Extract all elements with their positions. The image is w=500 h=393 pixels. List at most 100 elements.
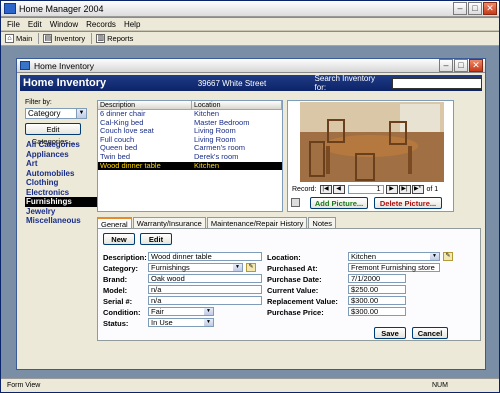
toolbar-reports-button[interactable]: ▥ Reports bbox=[96, 34, 133, 43]
list-item-selected[interactable]: Wood dinner table Kitchen bbox=[98, 160, 282, 171]
current-value-label: Current Value: bbox=[267, 286, 319, 295]
purchase-price-label: Purchase Price: bbox=[267, 308, 324, 317]
column-header-location[interactable]: Location bbox=[192, 101, 282, 109]
chevron-down-icon[interactable]: ▼ bbox=[233, 264, 242, 271]
category-label: Category: bbox=[103, 264, 139, 273]
first-record-icon[interactable]: |◀ bbox=[319, 185, 332, 194]
purchase-date-field[interactable]: 7/1/2000 bbox=[348, 274, 406, 283]
add-picture-button[interactable]: Add Picture... bbox=[310, 197, 368, 209]
purchased-at-field[interactable]: Fremont Furnishing store bbox=[348, 263, 440, 272]
tab-notes[interactable]: Notes bbox=[308, 217, 336, 228]
column-header-description[interactable]: Description bbox=[98, 101, 192, 109]
delete-picture-button[interactable]: Delete Picture... bbox=[374, 197, 442, 209]
description-field[interactable]: Wood dinner table bbox=[148, 252, 262, 261]
toolbar-separator bbox=[91, 33, 93, 44]
minimize-button[interactable]: – bbox=[439, 59, 453, 72]
toolbar-inventory-button[interactable]: ▤ Inventory bbox=[43, 34, 85, 43]
toolbar: ⌂ Main ▤ Inventory ▥ Reports bbox=[1, 32, 499, 46]
filter-select[interactable]: Category ▼ bbox=[25, 108, 87, 119]
category-item[interactable]: Electronics bbox=[25, 188, 99, 198]
prev-record-icon[interactable]: ◀ bbox=[332, 185, 345, 194]
app-title: Home Manager 2004 bbox=[19, 3, 104, 14]
description-label: Description: bbox=[103, 253, 147, 262]
page-title: Home Inventory bbox=[23, 77, 107, 89]
serial-field[interactable]: n/a bbox=[148, 296, 262, 305]
tab-maintenance[interactable]: Maintenance/Repair History bbox=[206, 217, 308, 228]
serial-label: Serial #: bbox=[103, 297, 133, 306]
toolbar-main-label: Main bbox=[16, 34, 33, 43]
menu-help[interactable]: Help bbox=[124, 20, 140, 29]
address-label: 39667 White Street bbox=[197, 78, 267, 88]
menu-window[interactable]: Window bbox=[50, 20, 78, 29]
inventory-icon: ▤ bbox=[43, 34, 53, 43]
toolbar-main-button[interactable]: ⌂ Main bbox=[5, 34, 32, 43]
category-item[interactable]: All Categories bbox=[25, 140, 99, 150]
form-icon bbox=[20, 61, 30, 70]
location-select[interactable]: Kitchen ▼ bbox=[348, 252, 440, 261]
item-location: Kitchen bbox=[194, 160, 220, 170]
minimize-button[interactable]: – bbox=[453, 2, 467, 15]
next-record-icon[interactable]: ▶ bbox=[385, 185, 398, 194]
cancel-button[interactable]: Cancel bbox=[412, 327, 448, 339]
category-item[interactable]: Miscellaneous bbox=[25, 216, 99, 226]
location-select-value: Kitchen bbox=[351, 252, 377, 261]
maximize-button[interactable]: □ bbox=[454, 59, 468, 72]
record-label: Record: bbox=[292, 186, 317, 193]
chevron-down-icon[interactable]: ▼ bbox=[204, 308, 213, 315]
new-button[interactable]: New bbox=[103, 233, 135, 245]
model-field[interactable]: n/a bbox=[148, 285, 262, 294]
menu-edit[interactable]: Edit bbox=[28, 20, 42, 29]
menubar: File Edit Window Records Help bbox=[1, 18, 499, 31]
condition-label: Condition: bbox=[103, 308, 141, 317]
filter-select-value: Category bbox=[28, 109, 61, 118]
category-select[interactable]: Furnishings ▼ bbox=[148, 263, 243, 272]
category-list: All Categories Appliances Art Automobile… bbox=[25, 140, 105, 226]
status-mode: Form View bbox=[7, 382, 41, 389]
category-item[interactable]: Jewelry bbox=[25, 207, 99, 217]
chevron-down-icon[interactable]: ▼ bbox=[204, 319, 213, 326]
menu-file[interactable]: File bbox=[7, 20, 20, 29]
category-item[interactable]: Art bbox=[25, 159, 99, 169]
category-item-selected[interactable]: Furnishings bbox=[25, 197, 99, 207]
last-record-icon[interactable]: ▶| bbox=[398, 185, 411, 194]
edit-categories-button[interactable]: Edit Categories... bbox=[25, 123, 81, 146]
status-select-value: In Use bbox=[151, 318, 173, 327]
edit-list-icon[interactable]: ✎ bbox=[443, 252, 453, 261]
brand-field[interactable]: Oak wood bbox=[148, 274, 262, 283]
reports-icon: ▥ bbox=[96, 34, 106, 43]
status-select[interactable]: In Use ▼ bbox=[148, 318, 214, 327]
status-num: NUM bbox=[432, 382, 448, 389]
record-count: of 1 bbox=[426, 186, 439, 193]
edit-button[interactable]: Edit bbox=[140, 233, 172, 245]
purchase-date-label: Purchase Date: bbox=[267, 275, 322, 284]
camera-icon[interactable] bbox=[291, 198, 300, 207]
model-label: Model: bbox=[103, 286, 128, 295]
chevron-down-icon[interactable]: ▼ bbox=[76, 109, 86, 118]
close-button[interactable]: ✕ bbox=[469, 59, 483, 72]
edit-list-icon[interactable]: ✎ bbox=[246, 263, 256, 272]
close-button[interactable]: ✕ bbox=[483, 2, 497, 15]
record-number-input[interactable]: 1 bbox=[347, 185, 384, 194]
search-input[interactable] bbox=[392, 77, 482, 89]
current-value-field[interactable]: $250.00 bbox=[348, 285, 406, 294]
app-titlebar[interactable]: Home Manager 2004 – □ ✕ bbox=[1, 1, 499, 17]
toolbar-reports-label: Reports bbox=[107, 34, 134, 43]
toolbar-inventory-label: Inventory bbox=[54, 34, 86, 43]
inventory-titlebar[interactable]: Home Inventory – □ ✕ bbox=[17, 59, 485, 73]
maximize-button[interactable]: □ bbox=[468, 2, 482, 15]
replacement-value-field[interactable]: $300.00 bbox=[348, 296, 406, 305]
save-button[interactable]: Save bbox=[374, 327, 406, 339]
category-item[interactable]: Clothing bbox=[25, 178, 99, 188]
inventory-list[interactable]: Description Location 6 dinner chair Kitch… bbox=[97, 100, 283, 212]
toolbar-separator bbox=[38, 33, 40, 44]
condition-select[interactable]: Fair ▼ bbox=[148, 307, 214, 316]
new-record-icon[interactable]: ▶* bbox=[411, 185, 424, 194]
item-photo bbox=[300, 102, 444, 182]
purchase-price-field[interactable]: $300.00 bbox=[348, 307, 406, 316]
tab-warranty[interactable]: Warranty/Insurance bbox=[132, 217, 206, 228]
category-item[interactable]: Automobiles bbox=[25, 169, 99, 179]
menu-records[interactable]: Records bbox=[86, 20, 116, 29]
category-item[interactable]: Appliances bbox=[25, 150, 99, 160]
status-label: Status: bbox=[103, 319, 129, 328]
chevron-down-icon[interactable]: ▼ bbox=[430, 253, 439, 260]
